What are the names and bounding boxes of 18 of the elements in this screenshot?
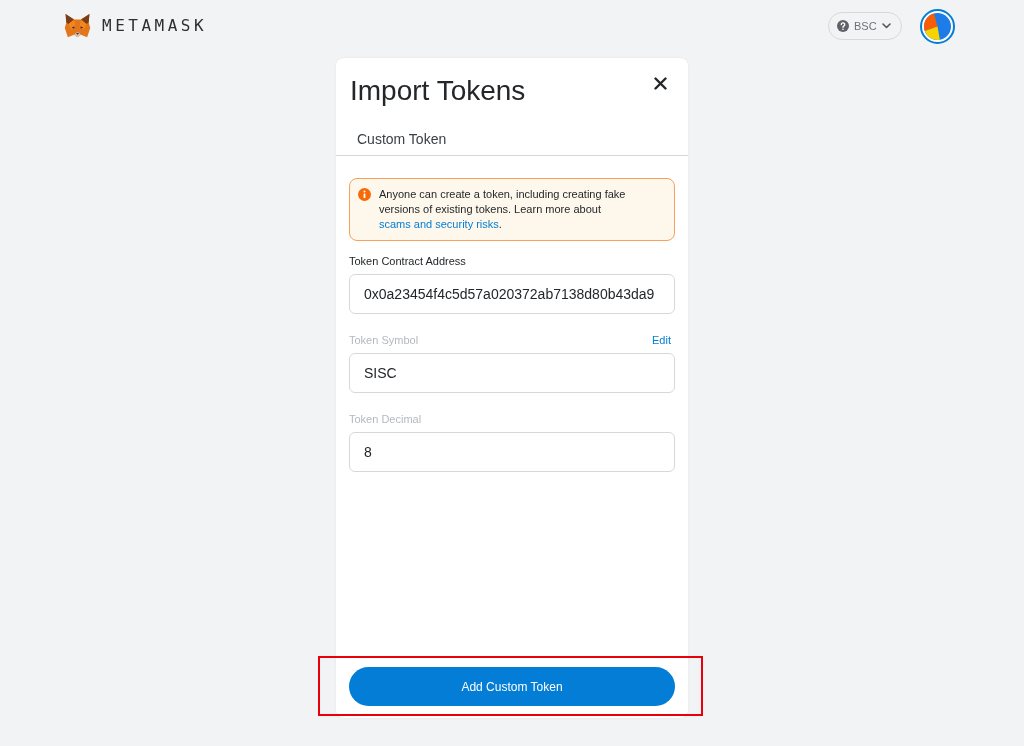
dialog-title: Import Tokens	[350, 74, 526, 108]
account-avatar-icon[interactable]	[920, 8, 955, 44]
add-custom-token-button[interactable]: Add Custom Token	[349, 667, 675, 706]
close-button[interactable]	[654, 77, 667, 90]
logo-wordmark: METAMASK	[102, 17, 208, 35]
info-icon	[358, 188, 371, 201]
network-selector[interactable]: BSC	[828, 12, 902, 40]
fox-logo-icon	[64, 13, 91, 39]
field-label: Token Symbol	[349, 333, 419, 347]
warning-text: Anyone can create a token, including creating fake versions of existing tokens. Learn more about scams and security risks.	[379, 187, 627, 232]
field-label: Token Decimal	[349, 412, 422, 426]
tab[interactable]: Custom Token	[357, 108, 447, 155]
close-icon	[654, 77, 667, 90]
field-label: Token Contract Address	[349, 254, 466, 268]
question-circle-icon	[837, 20, 849, 32]
scams-link[interactable]: scams and security risks	[379, 218, 499, 230]
caret-icon	[882, 23, 891, 29]
input-field[interactable]: 0x0a23454f4c5d57a020372ab7138d80b43da9	[349, 274, 675, 314]
